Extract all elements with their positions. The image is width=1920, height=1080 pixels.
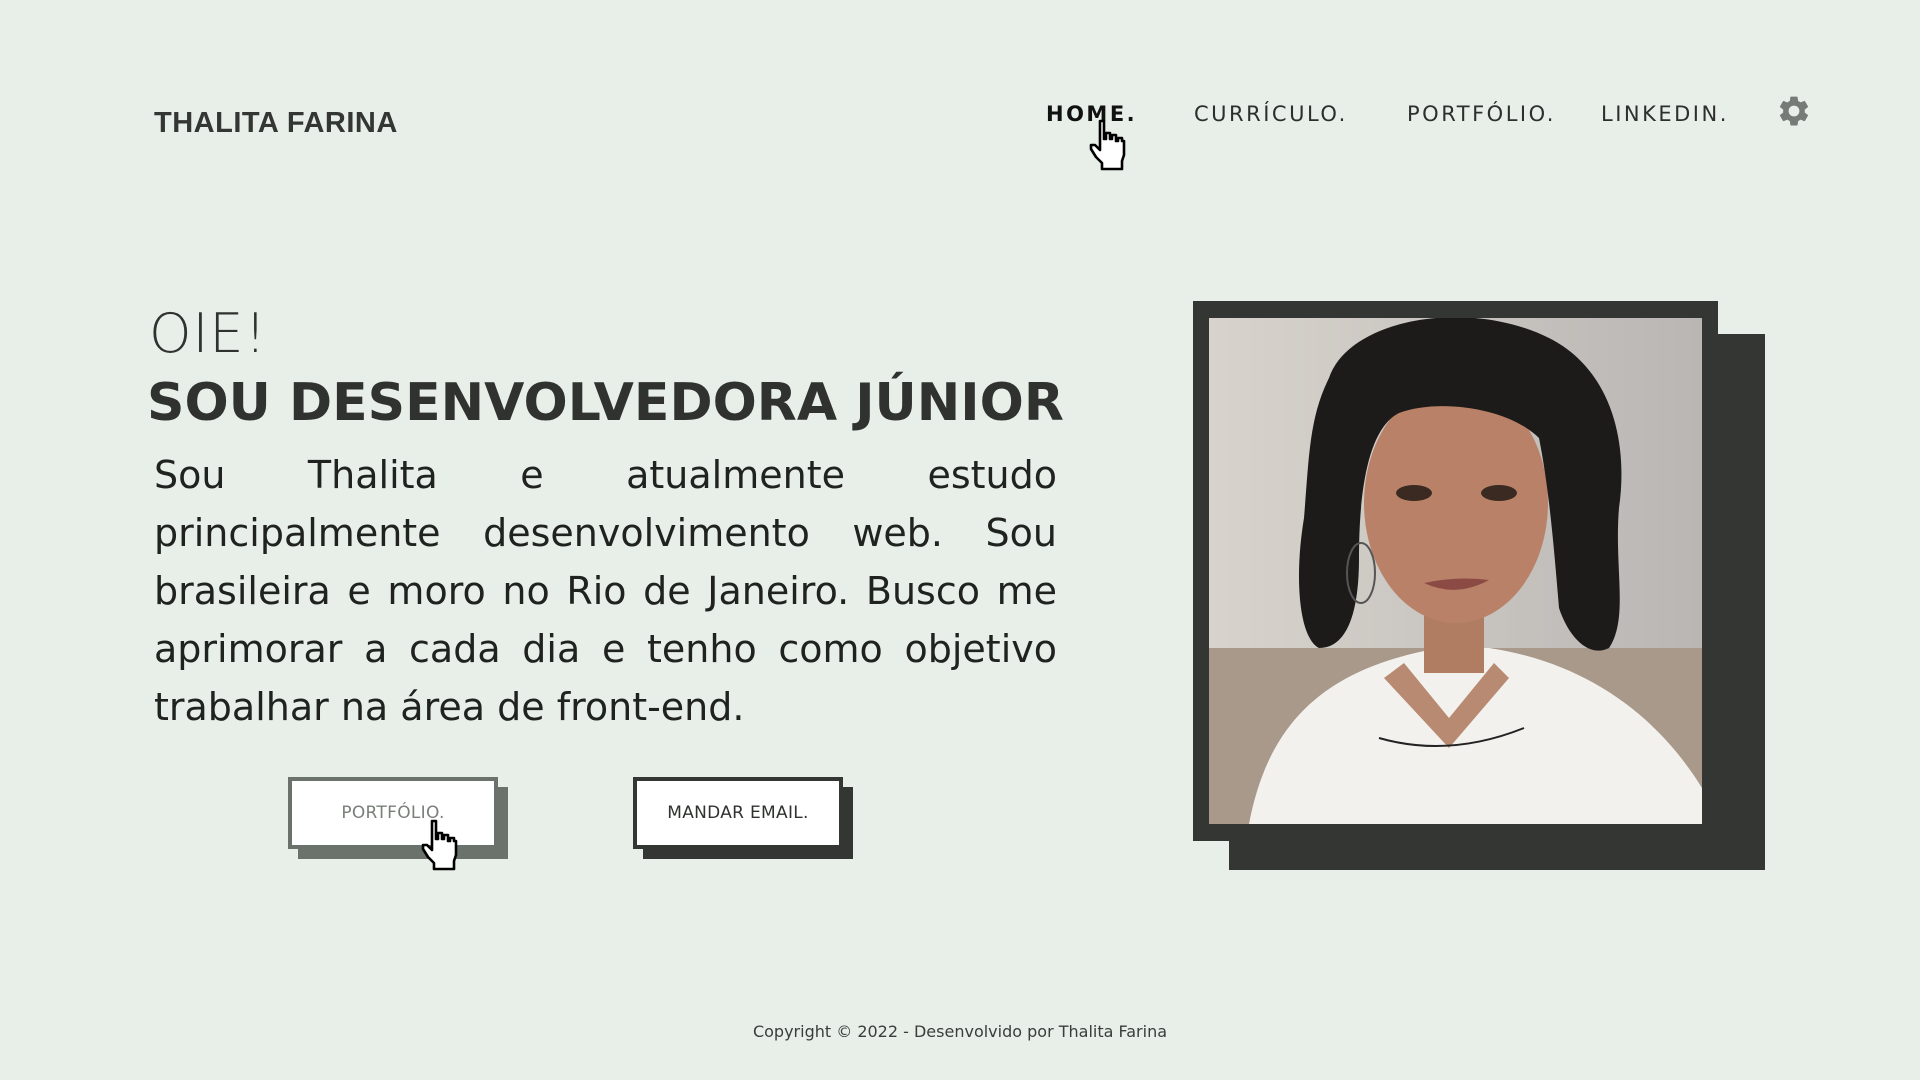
nav-link-curriculo[interactable]: CURRÍCULO. [1194,102,1348,126]
portfolio-button[interactable]: PORTFÓLIO. [288,777,498,849]
nav-link-home[interactable]: HOME. [1046,102,1137,126]
nav-link-linkedin[interactable]: LINKEDIN. [1601,102,1729,126]
portfolio-button-wrapper: PORTFÓLIO. [288,777,508,859]
hero-description: Sou Thalita e atualmente estudo principa… [154,453,1057,729]
gear-icon[interactable] [1776,93,1812,129]
site-header: THALITA FARINA HOME. CURRÍCULO. PORTFÓLI… [0,0,1920,200]
copyright-text: Copyright © 2022 - Desenvolvido por Thal… [752,1022,1168,1041]
nav-link-portfolio[interactable]: PORTFÓLIO. [1407,102,1556,126]
site-brand[interactable]: THALITA FARINA [154,107,398,140]
hero-greeting: OIE! [149,302,268,365]
profile-portrait-illustration [1209,318,1702,824]
send-email-button[interactable]: MANDAR EMAIL. [633,777,843,849]
hero-title: SOU DESENVOLVEDORA JÚNIOR [147,373,1064,433]
profile-photo [1209,318,1702,824]
email-button-wrapper: MANDAR EMAIL. [633,777,853,859]
